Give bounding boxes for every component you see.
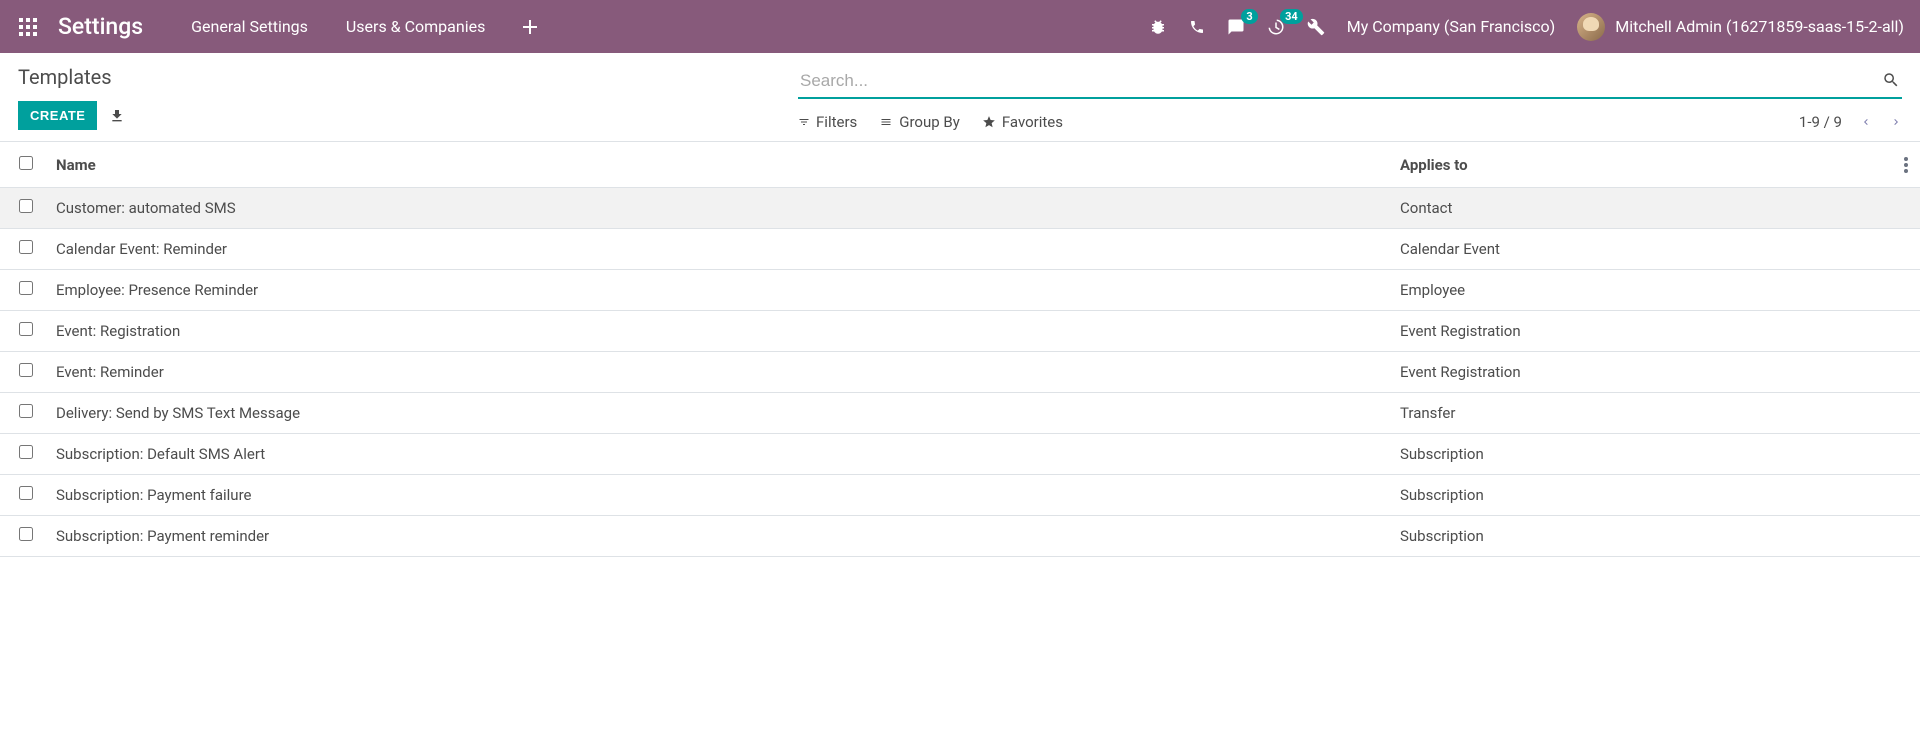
row-checkbox[interactable] bbox=[19, 404, 33, 418]
table-row[interactable]: Customer: automated SMSContact bbox=[0, 188, 1920, 229]
list-header: Name Applies to bbox=[0, 142, 1920, 188]
menu-general-settings[interactable]: General Settings bbox=[181, 17, 318, 36]
breadcrumb: Templates bbox=[18, 65, 758, 89]
row-checkbox[interactable] bbox=[19, 363, 33, 377]
table-row[interactable]: Subscription: Payment failureSubscriptio… bbox=[0, 475, 1920, 516]
table-row[interactable]: Delivery: Send by SMS Text MessageTransf… bbox=[0, 393, 1920, 434]
app-title[interactable]: Settings bbox=[58, 13, 143, 40]
table-row[interactable]: Employee: Presence ReminderEmployee bbox=[0, 270, 1920, 311]
menu-users-companies[interactable]: Users & Companies bbox=[336, 17, 495, 36]
pager-range[interactable]: 1-9 / 9 bbox=[1799, 113, 1842, 131]
row-checkbox[interactable] bbox=[19, 527, 33, 541]
import-button[interactable] bbox=[109, 108, 125, 124]
cell-name: Employee: Presence Reminder bbox=[52, 281, 1400, 299]
cell-name: Delivery: Send by SMS Text Message bbox=[52, 404, 1400, 422]
favorites-menu[interactable]: Favorites bbox=[982, 113, 1063, 131]
table-row[interactable]: Subscription: Default SMS AlertSubscript… bbox=[0, 434, 1920, 475]
search-input[interactable] bbox=[798, 65, 1902, 97]
pager-next[interactable] bbox=[1890, 114, 1902, 130]
cell-applies: Contact bbox=[1400, 199, 1920, 217]
download-icon bbox=[109, 108, 125, 124]
avatar bbox=[1577, 13, 1605, 41]
table-row[interactable]: Event: ReminderEvent Registration bbox=[0, 352, 1920, 393]
table-row[interactable]: Calendar Event: ReminderCalendar Event bbox=[0, 229, 1920, 270]
col-header-applies[interactable]: Applies to bbox=[1400, 156, 1920, 174]
cell-name: Subscription: Default SMS Alert bbox=[52, 445, 1400, 463]
row-checkbox[interactable] bbox=[19, 486, 33, 500]
search-bar bbox=[798, 65, 1902, 99]
col-header-name[interactable]: Name bbox=[52, 156, 1400, 174]
activities-icon[interactable]: 34 bbox=[1267, 18, 1285, 36]
cell-name: Subscription: Payment failure bbox=[52, 486, 1400, 504]
row-checkbox[interactable] bbox=[19, 322, 33, 336]
search-icon[interactable] bbox=[1882, 71, 1900, 89]
cell-name: Calendar Event: Reminder bbox=[52, 240, 1400, 258]
messages-icon[interactable]: 3 bbox=[1227, 18, 1245, 36]
activities-badge: 34 bbox=[1280, 9, 1303, 24]
cell-name: Subscription: Payment reminder bbox=[52, 527, 1400, 545]
list-view: Name Applies to Customer: automated SMSC… bbox=[0, 142, 1920, 557]
company-switcher[interactable]: My Company (San Francisco) bbox=[1347, 17, 1556, 36]
table-row[interactable]: Subscription: Payment reminderSubscripti… bbox=[0, 516, 1920, 557]
messages-badge: 3 bbox=[1241, 9, 1257, 24]
filter-icon bbox=[798, 116, 810, 128]
cell-applies: Subscription bbox=[1400, 486, 1920, 504]
optional-columns-icon[interactable] bbox=[1904, 157, 1908, 173]
row-checkbox[interactable] bbox=[19, 240, 33, 254]
create-button[interactable]: CREATE bbox=[18, 101, 97, 130]
cell-name: Event: Reminder bbox=[52, 363, 1400, 381]
row-checkbox[interactable] bbox=[19, 445, 33, 459]
select-all-checkbox[interactable] bbox=[19, 156, 33, 170]
group-by-menu[interactable]: Group By bbox=[879, 113, 960, 131]
row-checkbox[interactable] bbox=[19, 281, 33, 295]
star-icon bbox=[982, 115, 996, 129]
cell-applies: Subscription bbox=[1400, 445, 1920, 463]
favorites-label: Favorites bbox=[1002, 113, 1063, 131]
tools-icon[interactable] bbox=[1307, 18, 1325, 36]
cell-applies: Employee bbox=[1400, 281, 1920, 299]
add-menu-icon[interactable] bbox=[513, 20, 547, 34]
cell-applies: Event Registration bbox=[1400, 363, 1920, 381]
group-by-label: Group By bbox=[899, 113, 960, 131]
row-checkbox[interactable] bbox=[19, 199, 33, 213]
table-row[interactable]: Event: RegistrationEvent Registration bbox=[0, 311, 1920, 352]
filters-menu[interactable]: Filters bbox=[798, 113, 857, 131]
cell-name: Event: Registration bbox=[52, 322, 1400, 340]
phone-icon[interactable] bbox=[1189, 19, 1205, 35]
apps-menu-icon[interactable] bbox=[16, 15, 40, 39]
group-by-icon bbox=[879, 116, 893, 128]
control-panel: Templates CREATE Filters Group By bbox=[0, 53, 1920, 131]
user-name: Mitchell Admin (16271859-saas-15-2-all) bbox=[1615, 17, 1904, 36]
user-menu[interactable]: Mitchell Admin (16271859-saas-15-2-all) bbox=[1577, 13, 1904, 41]
cell-name: Customer: automated SMS bbox=[52, 199, 1400, 217]
pager-prev[interactable] bbox=[1860, 114, 1872, 130]
debug-icon[interactable] bbox=[1149, 18, 1167, 36]
cell-applies: Subscription bbox=[1400, 527, 1920, 545]
filters-label: Filters bbox=[816, 113, 857, 131]
cell-applies: Transfer bbox=[1400, 404, 1920, 422]
cell-applies: Event Registration bbox=[1400, 322, 1920, 340]
pager: 1-9 / 9 bbox=[1799, 113, 1902, 131]
navbar: Settings General Settings Users & Compan… bbox=[0, 0, 1920, 53]
cell-applies: Calendar Event bbox=[1400, 240, 1920, 258]
